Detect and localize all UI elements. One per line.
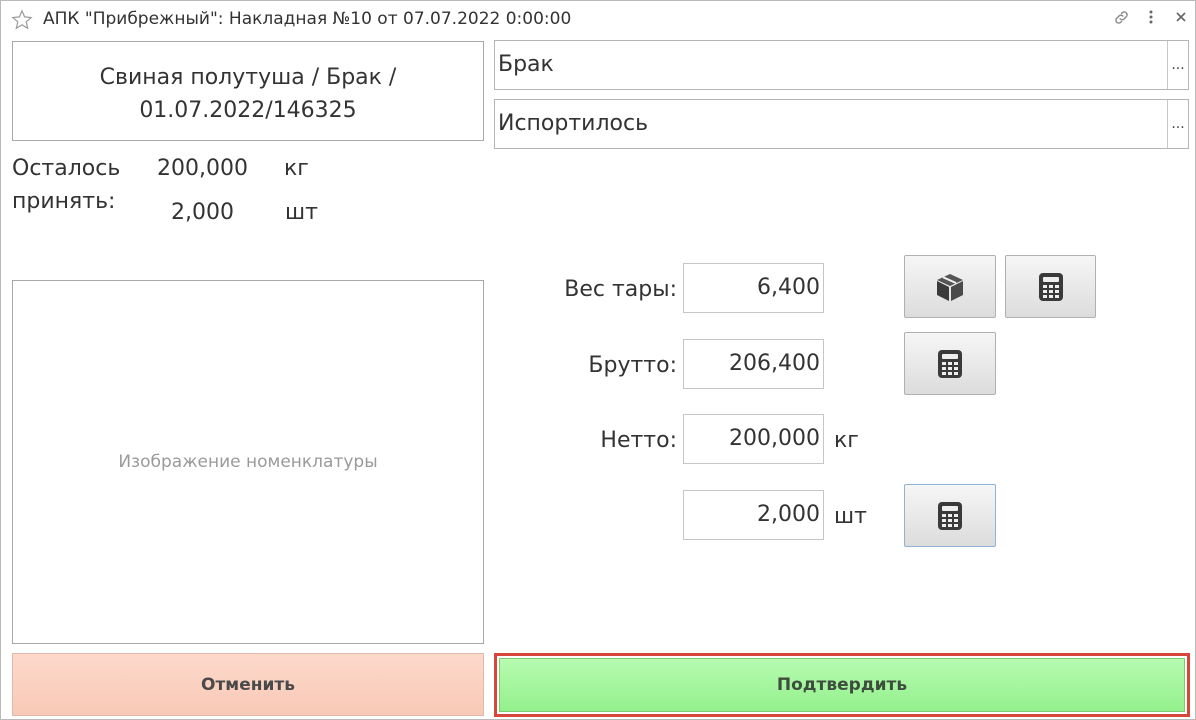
quality-field[interactable]: Брак ...	[494, 40, 1189, 90]
gross-label: Брутто:	[588, 353, 677, 378]
tare-label: Вес тары:	[564, 277, 677, 302]
star-icon[interactable]	[11, 9, 33, 31]
box-icon	[937, 273, 963, 301]
pieces-unit: шт	[834, 504, 867, 529]
product-line-1: Свиная полутуша / Брак /	[99, 65, 397, 90]
calculator-icon	[938, 349, 962, 378]
pieces-calculator-button[interactable]	[904, 484, 996, 547]
quality-value: Брак	[498, 52, 554, 77]
remaining-label-1: Осталось	[12, 156, 121, 181]
remaining-kg-value: 200,000	[157, 156, 248, 181]
net-unit: кг	[834, 428, 859, 453]
reason-value: Испортилось	[498, 111, 649, 136]
reason-field[interactable]: Испортилось ...	[494, 99, 1189, 149]
product-title-box: Свиная полутуша / Брак / 01.07.2022/1463…	[12, 41, 484, 141]
tare-input[interactable]: 6,400	[683, 263, 824, 313]
quality-select-button[interactable]: ...	[1167, 41, 1188, 89]
title-bar: АПК "Прибрежный": Накладная №10 от 07.07…	[1, 1, 1195, 37]
remaining-pcs-value: 2,000	[171, 200, 234, 225]
close-icon[interactable]	[1172, 9, 1190, 27]
reason-select-button[interactable]: ...	[1167, 100, 1188, 148]
remaining-kg-unit: кг	[284, 156, 309, 181]
calculator-icon	[938, 501, 962, 530]
link-icon[interactable]	[1112, 9, 1130, 27]
product-image-placeholder: Изображение номенклатуры	[12, 280, 484, 644]
confirm-button[interactable]: Подтвердить	[499, 658, 1185, 712]
remaining-label-2: принять:	[12, 189, 116, 214]
gross-calculator-button[interactable]	[904, 332, 996, 395]
net-label: Нетто:	[600, 428, 677, 453]
net-input[interactable]: 200,000	[683, 414, 824, 464]
more-icon[interactable]	[1142, 9, 1160, 27]
product-line-2: 01.07.2022/146325	[139, 98, 357, 123]
pieces-input[interactable]: 2,000	[683, 490, 824, 540]
cancel-button[interactable]: Отменить	[12, 653, 484, 716]
confirm-button-highlight: Подтвердить	[494, 653, 1190, 717]
tare-calculator-button[interactable]	[1005, 255, 1096, 318]
window-title: АПК "Прибрежный": Накладная №10 от 07.07…	[43, 9, 572, 29]
tare-packaging-button[interactable]	[904, 255, 996, 318]
image-placeholder-text: Изображение номенклатуры	[118, 452, 378, 472]
remaining-pcs-unit: шт	[285, 200, 318, 225]
dialog-window: АПК "Прибрежный": Накладная №10 от 07.07…	[0, 0, 1196, 720]
calculator-icon	[1038, 272, 1063, 301]
gross-input[interactable]: 206,400	[683, 339, 824, 389]
